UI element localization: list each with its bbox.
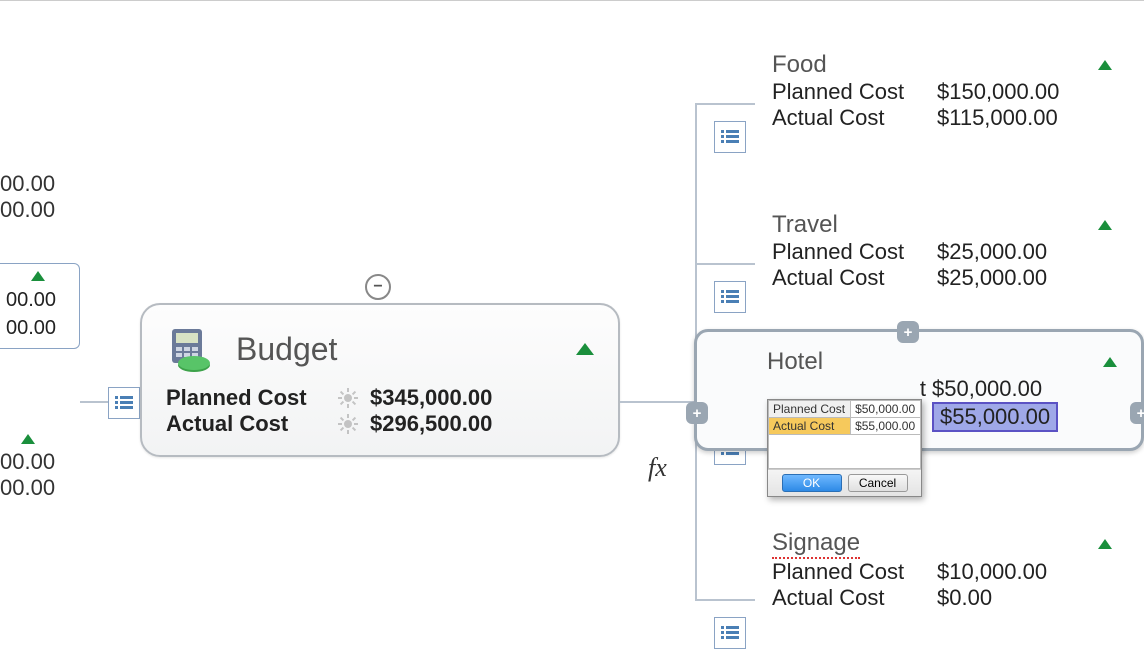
ok-button[interactable]: OK <box>782 474 842 492</box>
left-value: 00.00 <box>0 197 55 223</box>
actual-cost-value: $25,000.00 <box>937 265 1047 291</box>
collapse-up-icon[interactable] <box>1098 539 1112 549</box>
collapse-up-icon[interactable] <box>1103 357 1117 367</box>
food-node[interactable]: Food Planned Cost$150,000.00 Actual Cost… <box>764 47 1134 135</box>
signage-node[interactable]: Signage Planned Cost$10,000.00 Actual Co… <box>764 525 1134 615</box>
hotel-title: Hotel <box>767 348 823 376</box>
list-icon <box>115 396 133 410</box>
actual-cost-value: $296,500.00 <box>370 411 492 437</box>
collapse-toggle[interactable]: − <box>365 274 391 300</box>
actual-cost-value: $0.00 <box>937 585 992 611</box>
left-value: 00.00 <box>6 314 69 342</box>
planned-cost-label: Planned Cost <box>166 385 326 411</box>
left-node-mid[interactable]: 00.00 00.00 <box>0 263 80 349</box>
budget-icon <box>166 325 218 373</box>
actual-cost-value: $115,000.00 <box>937 105 1058 131</box>
actual-cost-value-selected[interactable]: $55,000.00 <box>932 402 1058 432</box>
add-above-handle[interactable]: + <box>897 321 919 343</box>
left-value: 00.00 <box>0 449 55 475</box>
actual-cost-label: Actual Cost <box>772 585 937 611</box>
left-fragment-top: 00.00 00.00 <box>0 171 55 223</box>
list-icon-button[interactable] <box>714 281 746 313</box>
fx-icon[interactable]: fx <box>648 453 667 483</box>
left-value: 00.00 <box>0 171 55 197</box>
connector-line <box>695 103 755 105</box>
travel-title: Travel <box>772 211 838 239</box>
planned-cost-label: Planned Cost <box>772 239 937 265</box>
gear-icon <box>338 414 358 434</box>
travel-node[interactable]: Travel Planned Cost$25,000.00 Actual Cos… <box>764 207 1134 295</box>
left-fragment-bot: 00.00 00.00 <box>0 431 55 501</box>
budget-node[interactable]: Budget Planned Cost $345,000.00 Actual C… <box>140 303 620 457</box>
popup-planned-value[interactable]: $50,000.00 <box>851 401 921 418</box>
add-left-handle[interactable]: + <box>686 402 708 424</box>
planned-cost-value: $10,000.00 <box>937 559 1047 585</box>
left-value: 00.00 <box>6 286 69 314</box>
add-right-handle[interactable]: + <box>1130 402 1144 424</box>
left-value: 00.00 <box>0 475 55 501</box>
actual-cost-label: Actual Cost <box>166 411 326 437</box>
list-icon-button[interactable] <box>108 387 140 419</box>
collapse-up-icon <box>21 434 35 444</box>
list-icon-button[interactable] <box>714 617 746 649</box>
signage-title: Signage <box>772 529 860 559</box>
actual-cost-label: Actual Cost <box>772 265 937 291</box>
connector-line <box>695 599 755 601</box>
planned-cost-label: Planned Cost <box>772 79 937 105</box>
popup-actual-label: Actual Cost <box>769 418 851 435</box>
collapse-up-icon[interactable] <box>1098 220 1112 230</box>
collapse-up-icon[interactable] <box>1098 60 1112 70</box>
planned-cost-value: $345,000.00 <box>370 385 492 411</box>
popup-planned-label: Planned Cost <box>769 401 851 418</box>
gear-icon <box>338 388 358 408</box>
planned-cost-label: Planned Cost <box>772 559 937 585</box>
list-icon <box>721 626 739 640</box>
planned-cost-value: $150,000.00 <box>937 79 1059 105</box>
planned-cost-value: $50,000.00 <box>932 376 1042 402</box>
popup-empty-row <box>769 435 921 469</box>
food-title: Food <box>772 51 827 79</box>
connector-line <box>620 401 695 403</box>
budget-title: Budget <box>236 331 558 368</box>
popup-actual-value[interactable]: $55,000.00 <box>851 418 921 435</box>
connector-line <box>695 263 755 265</box>
list-icon <box>721 290 739 304</box>
cell-edit-popup[interactable]: Planned Cost $50,000.00 Actual Cost $55,… <box>767 399 922 497</box>
list-icon-button[interactable] <box>714 121 746 153</box>
planned-cost-value: $25,000.00 <box>937 239 1047 265</box>
actual-cost-label: Actual Cost <box>772 105 937 131</box>
cancel-button[interactable]: Cancel <box>848 474 908 492</box>
collapse-up-icon <box>31 271 45 281</box>
list-icon <box>721 130 739 144</box>
collapse-up-icon[interactable] <box>576 343 594 355</box>
